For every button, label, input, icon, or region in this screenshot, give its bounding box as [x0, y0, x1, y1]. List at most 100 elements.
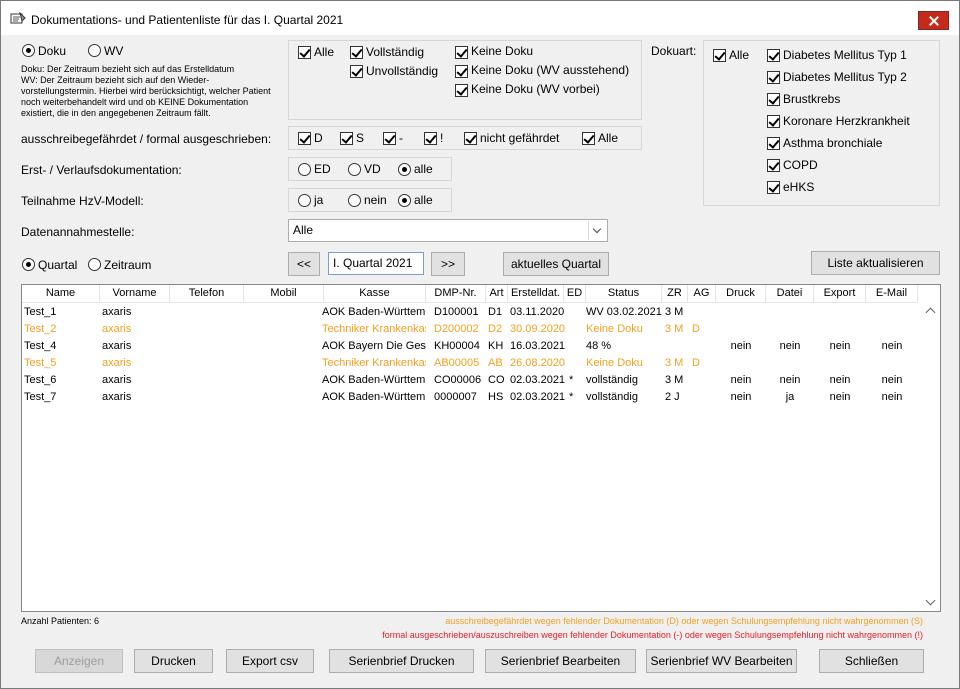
table-cell: *	[569, 391, 574, 403]
wv-radio[interactable]	[88, 44, 101, 57]
doku-label: Doku	[38, 44, 67, 58]
quartal-radio[interactable]	[22, 258, 35, 271]
serienbrief-wv-bearbeiten-button[interactable]: Serienbrief WV Bearbeiten	[646, 649, 797, 673]
patient-table[interactable]: Name Vorname Telefon Mobil Kasse DMP-Nr.…	[21, 284, 941, 612]
table-cell: nein	[829, 374, 851, 386]
ed-label: ED	[314, 162, 331, 176]
current-quarter-button[interactable]: aktuelles Quartal	[503, 252, 609, 276]
serienbrief-drucken-button[interactable]: Serienbrief Drucken	[329, 649, 474, 673]
table-cell: 30.09.2020	[510, 323, 566, 335]
vd-label: VD	[364, 162, 381, 176]
hzv-alle-radio[interactable]	[398, 194, 411, 207]
erst-verlauf-alle-radio[interactable]	[398, 163, 411, 176]
keine-doku-wv-vorbei-label: Keine Doku (WV vorbei)	[471, 82, 600, 96]
serienbrief-bearbeiten-button[interactable]: Serienbrief Bearbeiten	[485, 649, 636, 673]
col-header-ag[interactable]: AG	[688, 285, 716, 303]
col-header-export[interactable]: Export	[814, 285, 866, 303]
ausschreibe-excl-label: !	[440, 131, 444, 145]
title-bar: Dokumentations- und Patientenliste für d…	[1, 1, 959, 35]
table-cell: vollständig	[586, 374, 638, 386]
ausschreibe-d-checkbox[interactable]	[298, 132, 311, 145]
col-header-email[interactable]: E-Mail	[866, 285, 918, 303]
chevron-down-icon[interactable]	[588, 221, 606, 240]
table-cell: nein	[829, 340, 851, 352]
hzv-label: Teilnahme HzV-Modell:	[21, 194, 144, 208]
ausschreibe-minus-checkbox[interactable]	[383, 132, 396, 145]
col-header-erstelldat[interactable]: Erstelldat.	[508, 285, 564, 303]
ausschreibe-s-checkbox[interactable]	[340, 132, 353, 145]
col-header-mobil[interactable]: Mobil	[244, 285, 324, 303]
table-row[interactable]: Test_7 axaris AOK Baden-Württemberg 0000007…	[22, 389, 922, 406]
col-header-datei[interactable]: Datei	[766, 285, 814, 303]
col-header-kasse[interactable]: Kasse	[324, 285, 426, 303]
datenannahme-select[interactable]: Alle	[288, 219, 608, 242]
prev-quarter-button[interactable]: <<	[288, 252, 320, 276]
table-row[interactable]: Test_1 axaris AOK Baden-Württemberg D100001…	[22, 304, 922, 321]
zeitraum-radio[interactable]	[88, 258, 101, 271]
col-header-telefon[interactable]: Telefon	[170, 285, 244, 303]
col-header-art[interactable]: Art	[486, 285, 508, 303]
table-row[interactable]: Test_6 axaris AOK Baden-Württemberg CO00006…	[22, 372, 922, 389]
scroll-down-icon[interactable]	[925, 595, 936, 606]
close-icon[interactable]	[918, 11, 949, 30]
table-cell: AB00005	[434, 357, 480, 369]
hzv-nein-radio[interactable]	[348, 194, 361, 207]
table-cell: D	[692, 357, 700, 369]
hzv-nein-label: nein	[364, 193, 387, 207]
ausschreibe-alle-checkbox[interactable]	[582, 132, 595, 145]
vollstaendig-checkbox[interactable]	[350, 46, 363, 59]
status-alle-checkbox[interactable]	[298, 46, 311, 59]
table-row[interactable]: Test_4 axaris AOK Bayern Die Gesundheitska…	[22, 338, 922, 355]
unvollstaendig-checkbox[interactable]	[350, 65, 363, 78]
vd-radio[interactable]	[348, 163, 361, 176]
dokuart-asthma-checkbox[interactable]	[767, 137, 780, 150]
next-quarter-button[interactable]: >>	[431, 252, 465, 276]
export-csv-button[interactable]: Export csv	[226, 649, 314, 673]
quarter-input[interactable]: I. Quartal 2021	[328, 252, 424, 275]
dokuart-alle-checkbox[interactable]	[713, 49, 726, 62]
table-cell: 26.08.2020	[510, 357, 566, 369]
keine-doku-wv-vorbei-checkbox[interactable]	[455, 84, 468, 97]
dokuart-dm1-checkbox[interactable]	[767, 49, 780, 62]
legend-red: formal ausgeschrieben/auszuschreiben weg…	[382, 630, 923, 640]
refresh-list-button[interactable]: Liste aktualisieren	[811, 251, 940, 275]
table-cell: AOK Bayern Die Gesundheitskasse	[322, 340, 426, 352]
schliessen-button[interactable]: Schließen	[819, 649, 924, 673]
ausschreibe-s-label: S	[356, 131, 365, 145]
table-cell	[866, 304, 918, 321]
table-cell: axaris	[102, 357, 132, 369]
nicht-gefaehrdet-checkbox[interactable]	[464, 132, 477, 145]
ausschreibe-alle-label: Alle	[598, 131, 619, 145]
scroll-up-icon[interactable]	[925, 307, 936, 318]
dokuart-khk-checkbox[interactable]	[767, 115, 780, 128]
table-cell	[766, 321, 814, 338]
dokuart-brustkrebs-checkbox[interactable]	[767, 93, 780, 106]
anzeigen-button[interactable]: Anzeigen	[35, 649, 123, 673]
vertical-scrollbar[interactable]	[923, 303, 940, 611]
col-header-dmp-nr[interactable]: DMP-Nr.	[426, 285, 486, 303]
table-cell: axaris	[102, 306, 132, 318]
col-header-status[interactable]: Status	[586, 285, 662, 303]
dokuart-dm2-checkbox[interactable]	[767, 71, 780, 84]
col-header-name[interactable]: Name	[22, 285, 100, 303]
table-row[interactable]: Test_2 axaris Techniker Krankenkasse D20000…	[22, 321, 922, 338]
col-header-ed[interactable]: ED	[564, 285, 586, 303]
keine-doku-checkbox[interactable]	[455, 46, 468, 59]
col-header-druck[interactable]: Druck	[716, 285, 766, 303]
drucken-button[interactable]: Drucken	[134, 649, 213, 673]
ed-radio[interactable]	[298, 163, 311, 176]
table-cell: nein	[730, 340, 752, 352]
table-cell: axaris	[102, 340, 132, 352]
dokuart-copd-checkbox[interactable]	[767, 159, 780, 172]
doku-radio[interactable]	[22, 44, 35, 57]
dokuart-brustkrebs-label: Brustkrebs	[783, 92, 841, 106]
hzv-ja-radio[interactable]	[298, 194, 311, 207]
table-cell: nein	[779, 374, 801, 386]
wv-label: WV	[104, 44, 124, 58]
table-row[interactable]: Test_5 axaris Techniker Krankenkasse AB0000…	[22, 355, 922, 372]
ausschreibe-excl-checkbox[interactable]	[424, 132, 437, 145]
col-header-zr[interactable]: ZR	[662, 285, 688, 303]
keine-doku-wv-ausstehend-checkbox[interactable]	[455, 65, 468, 78]
col-header-vorname[interactable]: Vorname	[100, 285, 170, 303]
dokuart-ehks-checkbox[interactable]	[767, 181, 780, 194]
